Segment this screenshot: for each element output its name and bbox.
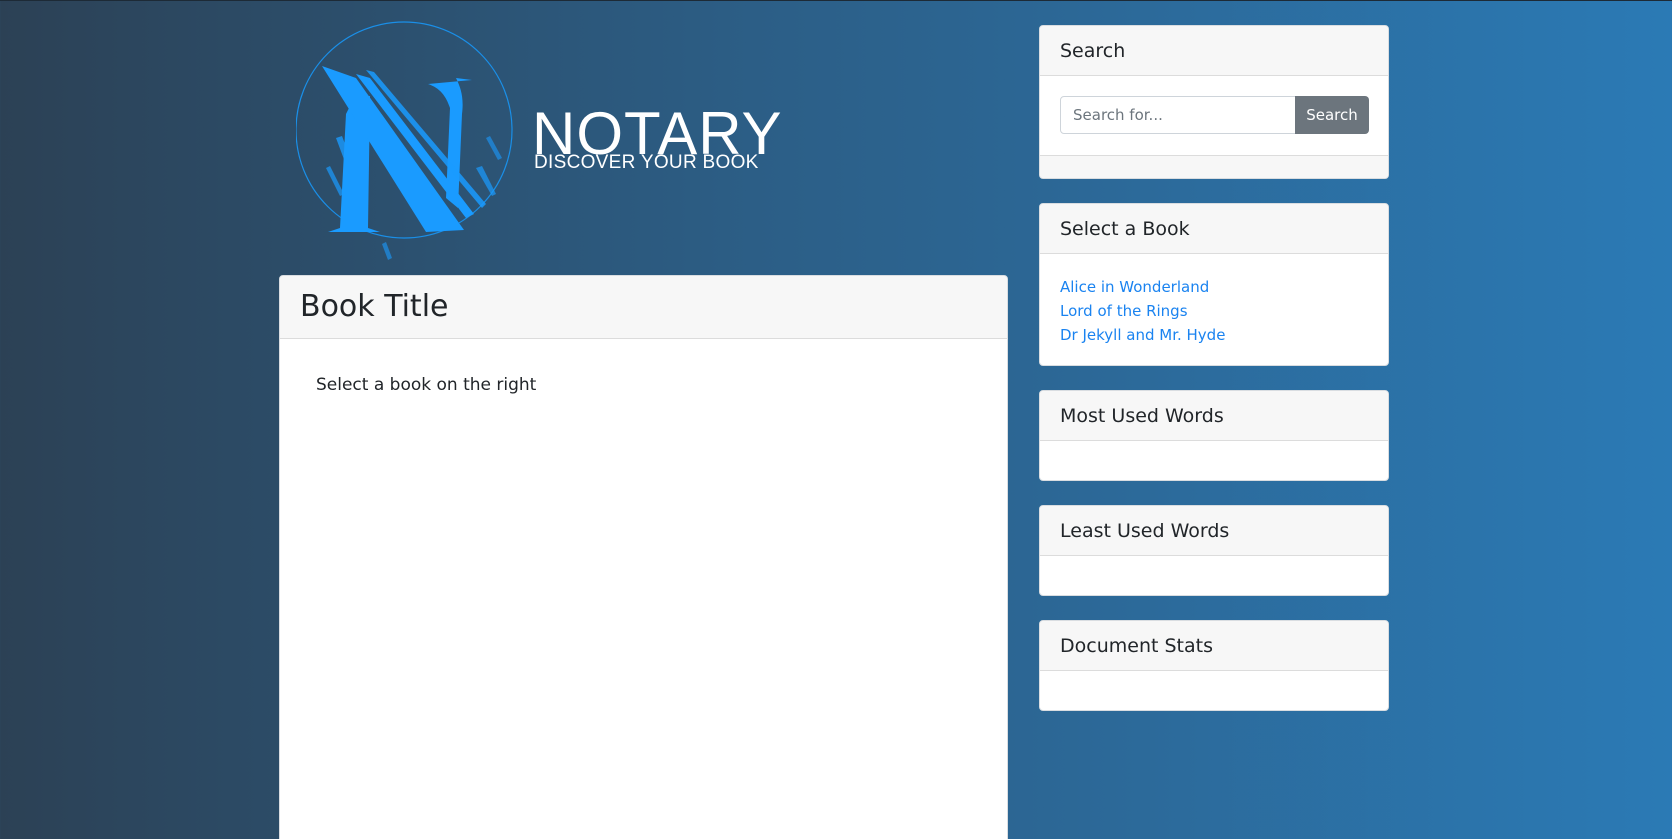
book-list: Alice in Wonderland Lord of the Rings Dr…: [1040, 254, 1388, 347]
book-link-jekyll[interactable]: Dr Jekyll and Mr. Hyde: [1060, 323, 1368, 347]
select-book-title: Select a Book: [1060, 218, 1190, 240]
search-button[interactable]: Search: [1295, 96, 1369, 134]
book-content-header: Book Title: [280, 276, 1007, 339]
book-link-alice[interactable]: Alice in Wonderland: [1060, 275, 1368, 299]
brand-tagline: DISCOVER YOUR BOOK: [534, 152, 759, 173]
notary-n-logo-icon: [296, 21, 513, 260]
most-used-words-title: Most Used Words: [1060, 405, 1224, 427]
brand-logo[interactable]: NOTARY DISCOVER YOUR BOOK: [296, 18, 796, 260]
most-used-words-header: Most Used Words: [1040, 391, 1388, 441]
least-used-words-card: Least Used Words: [1039, 505, 1389, 596]
search-form: Search: [1040, 76, 1388, 155]
book-content-body: Select a book on the right: [280, 339, 1007, 431]
search-card-title: Search: [1060, 40, 1126, 62]
search-card: Search Search: [1039, 25, 1389, 179]
top-border: [0, 0, 1672, 1]
book-content-card: Book Title Select a book on the right: [279, 275, 1008, 839]
book-link-lotr[interactable]: Lord of the Rings: [1060, 299, 1368, 323]
search-card-header: Search: [1040, 26, 1388, 76]
select-book-header: Select a Book: [1040, 204, 1388, 254]
least-used-words-title: Least Used Words: [1060, 520, 1230, 542]
most-used-words-card: Most Used Words: [1039, 390, 1389, 481]
document-stats-card: Document Stats: [1039, 620, 1389, 711]
search-input[interactable]: [1060, 96, 1296, 134]
select-book-card: Select a Book Alice in Wonderland Lord o…: [1039, 203, 1389, 366]
search-card-footer: [1040, 155, 1388, 178]
book-title: Book Title: [300, 289, 449, 324]
document-stats-title: Document Stats: [1060, 635, 1213, 657]
document-stats-header: Document Stats: [1040, 621, 1388, 671]
least-used-words-header: Least Used Words: [1040, 506, 1388, 556]
select-book-hint: Select a book on the right: [316, 375, 537, 395]
